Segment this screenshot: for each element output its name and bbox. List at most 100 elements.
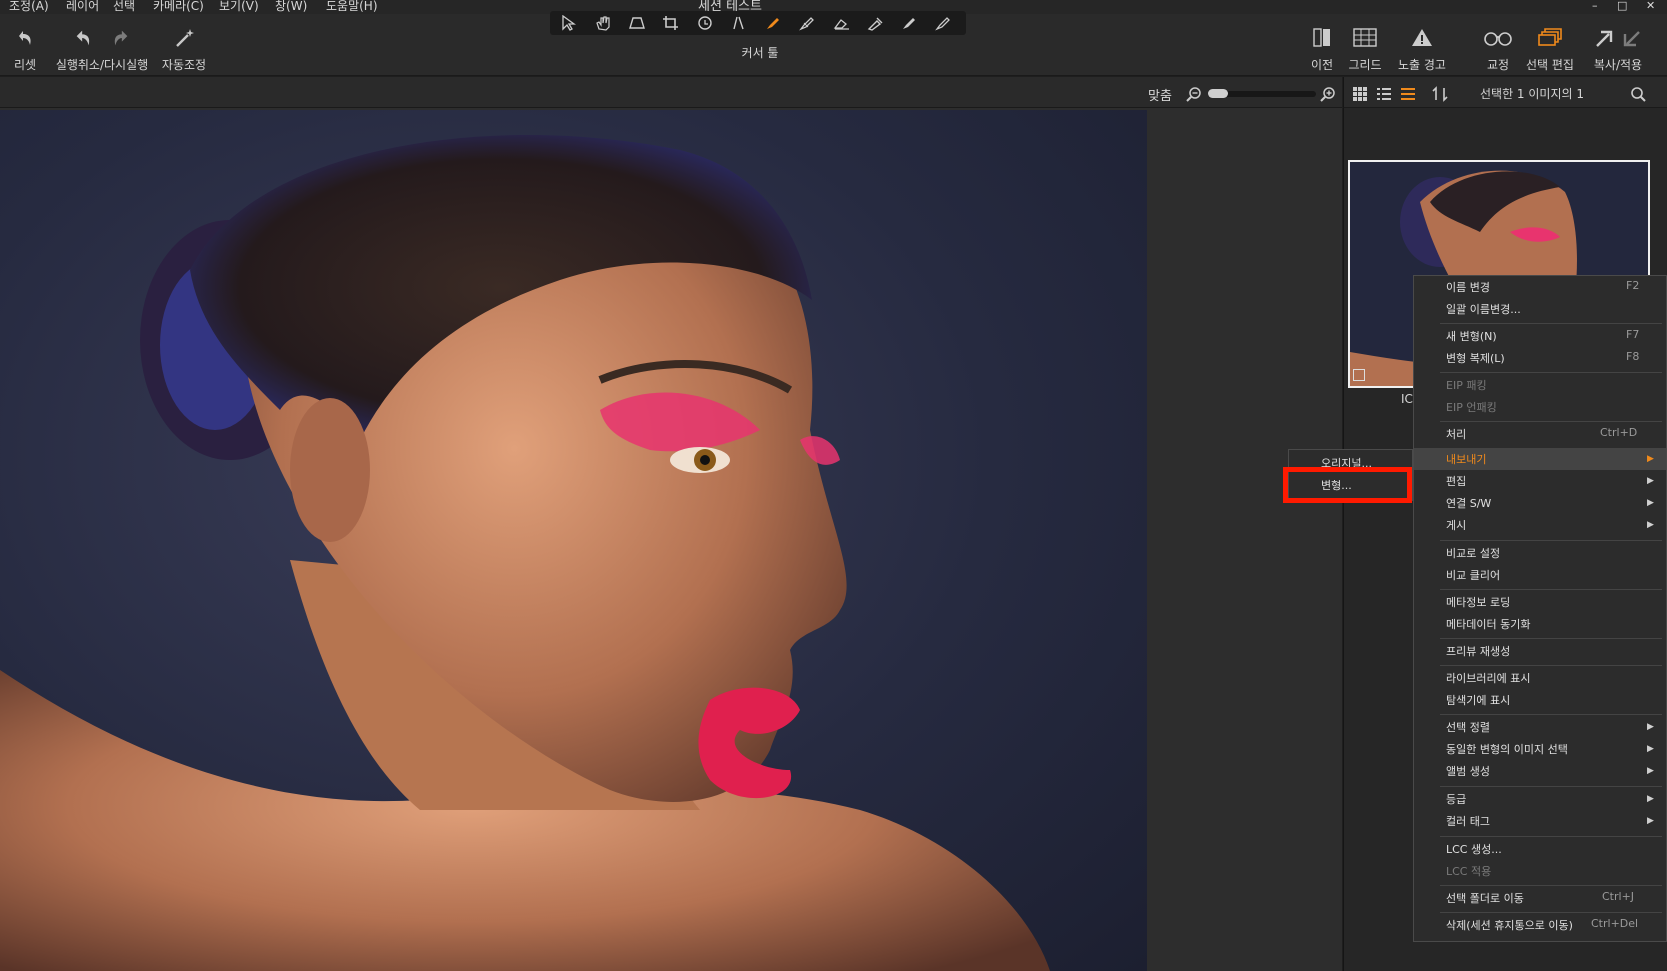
menu-item-sync-metadata[interactable]: 메타데이터 동기화 [1446,616,1530,632]
apply-arrow-icon [1623,31,1640,47]
stack-icon [1538,28,1562,46]
menu-separator [1440,665,1662,666]
menu-separator [1440,323,1662,324]
menu-item-batch-rename[interactable]: 일괄 이름변경... [1446,301,1521,317]
redo-icon [114,30,128,46]
minimize-button[interactable]: – [1592,0,1598,12]
crop-icon[interactable] [662,15,682,31]
close-button[interactable]: ✕ [1646,0,1655,12]
pen-icon[interactable] [934,15,954,31]
submenu-arrow-icon: ▶ [1647,498,1654,508]
reset-button[interactable]: 리셋 [10,26,40,73]
menu-item-show-in-explorer[interactable]: 탐색기에 표시 [1446,692,1510,708]
sort-icon[interactable] [1432,86,1448,102]
submenu-arrow-icon: ▶ [1647,744,1654,754]
auto-adjust-button[interactable]: 자동조정 [158,26,210,73]
copy-apply-button[interactable]: 복사/적용 [1588,26,1648,73]
menu-separator [1440,540,1662,541]
menu-item-new-variant[interactable]: 새 변형(N) [1446,328,1497,344]
menu-item-set-compare[interactable]: 비교로 설정 [1446,545,1500,561]
menu-item-edit[interactable]: 편집 [1446,473,1466,489]
menu-item-show-in-library[interactable]: 라이브러리에 표시 [1446,670,1530,686]
menu-item-apply-lcc: LCC 적용 [1446,865,1492,878]
before-label: 이전 [1310,58,1334,72]
cursor-tools-label: 커서 툴 [741,46,779,60]
menu-item-move-to-folder[interactable]: 선택 폴더로 이동 [1446,890,1524,906]
menu-item-open-with[interactable]: 연결 S/W [1446,495,1491,511]
zoom-out-icon[interactable] [1186,86,1202,102]
menu-item-sort-selection[interactable]: 선택 정렬 [1446,719,1490,735]
annotation-icon[interactable] [900,15,920,31]
copy-arrow-icon [1596,30,1613,47]
before-after-icon [1313,28,1330,47]
zoom-fit-label[interactable]: 맞춤 [1148,85,1172,104]
undo-redo-button[interactable]: 실행취소/다시실행 [50,26,154,73]
cursor-tools-bar [550,11,966,35]
menu-item-create-lcc[interactable]: LCC 생성... [1446,841,1502,857]
zoom-in-icon[interactable] [1320,86,1336,102]
shortcut-clone-variant: F8 [1626,350,1640,363]
edit-selected-button[interactable]: 선택 편집 [1522,26,1578,73]
hand-icon[interactable] [594,15,614,31]
menu-separator [1440,421,1662,422]
magic-wand-icon [176,29,194,47]
select-cursor-icon[interactable] [560,15,580,31]
menu-item-color-tag[interactable]: 컬러 태그 [1446,813,1490,829]
list-view-icon[interactable] [1376,86,1392,102]
menu-item-load-metadata[interactable]: 메타정보 로딩 [1446,594,1510,610]
menu-separator [1440,714,1662,715]
menu-item-clone-variant[interactable]: 변형 복제(L) [1446,350,1505,366]
edit-selected-label: 선택 편집 [1526,58,1574,72]
shortcut-process: Ctrl+D [1600,426,1638,439]
menu-item-process[interactable]: 처리 [1446,426,1466,442]
menu-separator [1440,836,1662,837]
menu-item-regenerate-preview[interactable]: 프리뷰 재생성 [1446,643,1510,659]
zoom-slider-thumb[interactable] [1208,89,1228,98]
mask-brush-icon[interactable] [798,15,818,31]
copy-apply-label: 복사/적용 [1593,58,1643,72]
menu-separator [1440,638,1662,639]
grid-label: 그리드 [1348,58,1382,72]
menu-item-clear-compare[interactable]: 비교 클리어 [1446,567,1500,583]
maximize-button[interactable]: □ [1617,0,1627,12]
submenu-arrow-icon: ▶ [1647,454,1654,464]
menu-item-select-same-variant[interactable]: 동일한 변형의 이미지 선택 [1446,741,1568,757]
portrait-image[interactable] [0,110,1147,971]
highlight-annotation-box [1283,467,1412,503]
menu-separator [1440,786,1662,787]
proof-button[interactable]: 교정 [1478,26,1518,73]
straighten-icon[interactable] [730,15,750,31]
shortcut-delete: Ctrl+Del [1591,917,1639,930]
menu-item-export[interactable]: 내보내기 [1446,451,1486,467]
submenu-arrow-icon: ▶ [1647,766,1654,776]
menu-item-delete[interactable]: 삭제(세션 휴지통으로 이동) [1446,917,1573,933]
exposure-warning-button[interactable]: 노출 경고 [1393,26,1451,73]
keystone-icon[interactable] [628,15,648,31]
glasses-icon [1484,32,1512,46]
submenu-arrow-icon: ▶ [1647,816,1654,826]
undo-redo-label: 실행취소/다시실행 [55,58,149,72]
exposure-warning-label: 노출 경고 [1398,58,1446,72]
reset-icon [19,31,31,45]
brush-icon[interactable] [764,15,784,31]
reset-label: 리셋 [13,58,37,72]
rotate-icon[interactable] [696,15,716,31]
menu-item-create-album[interactable]: 앨범 생성 [1446,763,1490,779]
menu-item-rename[interactable]: 이름 변경 [1446,279,1490,295]
menu-separator [1440,885,1662,886]
thumbnail-view-icon[interactable] [1352,86,1368,102]
eraser-icon[interactable] [832,15,852,31]
grid-button[interactable]: 그리드 [1345,26,1385,73]
menu-item-rating[interactable]: 등급 [1446,791,1466,807]
picker-icon[interactable] [866,15,886,31]
filmstrip-view-icon[interactable] [1400,86,1416,102]
menu-item-eip-pack: EIP 패킹 [1446,379,1487,392]
menu-separator [1440,589,1662,590]
before-button[interactable]: 이전 [1306,26,1338,73]
undo-icon [76,30,90,46]
submenu-arrow-icon: ▶ [1647,722,1654,732]
search-icon[interactable] [1630,86,1646,102]
thumbnail-checkbox[interactable] [1353,369,1365,381]
shortcut-move-to-folder: Ctrl+J [1602,890,1635,903]
menu-item-publish[interactable]: 게시 [1446,517,1466,533]
